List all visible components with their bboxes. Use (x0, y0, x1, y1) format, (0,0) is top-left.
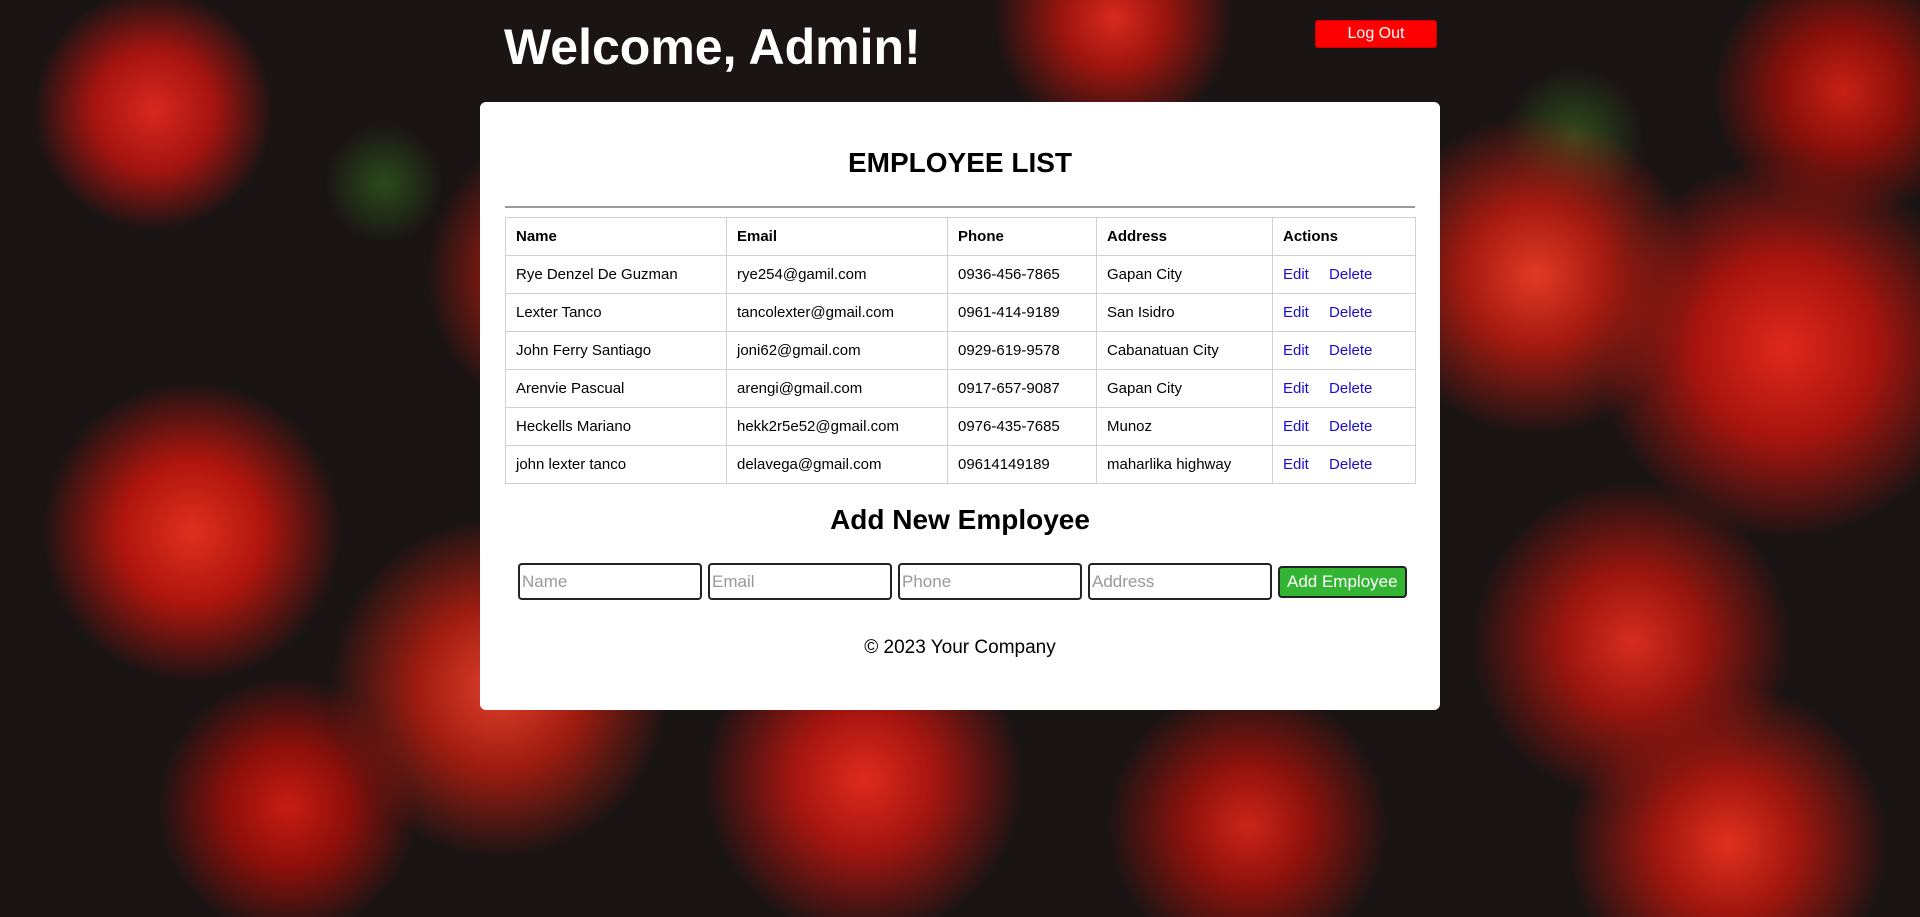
employee-phone: 0961-414-9189 (947, 293, 1097, 332)
employee-phone: 0917-657-9087 (947, 369, 1097, 408)
delete-link[interactable]: Delete (1329, 304, 1372, 321)
column-header-email: Email (726, 217, 948, 256)
table-header-row: Name Email Phone Address Actions (505, 217, 1416, 256)
edit-link[interactable]: Edit (1283, 418, 1309, 435)
add-employee-form: Add Employee (518, 563, 1407, 600)
edit-link[interactable]: Edit (1283, 456, 1309, 473)
employee-table: Name Email Phone Address Actions Rye Den… (505, 217, 1416, 484)
add-employee-button[interactable]: Add Employee (1278, 565, 1407, 598)
employee-address: San Isidro (1096, 293, 1273, 332)
employee-phone: 0936-456-7865 (947, 255, 1097, 294)
delete-link[interactable]: Delete (1329, 342, 1372, 359)
column-header-name: Name (505, 217, 727, 256)
employee-email: tancolexter@gmail.com (726, 293, 948, 332)
column-header-phone: Phone (947, 217, 1097, 256)
phone-input[interactable] (898, 563, 1082, 600)
delete-link[interactable]: Delete (1329, 456, 1372, 473)
employee-address: Gapan City (1096, 369, 1273, 408)
employee-address: Gapan City (1096, 255, 1273, 294)
employee-address: Munoz (1096, 407, 1273, 446)
welcome-heading: Welcome, Admin! (504, 19, 921, 75)
employee-name: Lexter Tanco (505, 293, 727, 332)
employee-email: joni62@gmail.com (726, 331, 948, 370)
employee-actions: Edit Delete (1272, 445, 1416, 484)
add-employee-title: Add New Employee (830, 504, 1090, 535)
page-background: { "header": { "title": "Welcome, Admin!"… (0, 0, 1920, 917)
table-row: Heckells Mariano hekk2r5e52@gmail.com 09… (505, 407, 1416, 446)
title-divider (505, 206, 1415, 208)
delete-link[interactable]: Delete (1329, 266, 1372, 283)
email-input[interactable] (708, 563, 892, 600)
employee-phone: 0976-435-7685 (947, 407, 1097, 446)
name-input[interactable] (518, 563, 702, 600)
employee-name: john lexter tanco (505, 445, 727, 484)
logout-button[interactable]: Log Out (1315, 20, 1437, 48)
edit-link[interactable]: Edit (1283, 380, 1309, 397)
employee-address: Cabanatuan City (1096, 331, 1273, 370)
employee-actions: Edit Delete (1272, 369, 1416, 408)
table-row: john lexter tanco delavega@gmail.com 096… (505, 445, 1416, 484)
employee-actions: Edit Delete (1272, 255, 1416, 294)
employee-name: Heckells Mariano (505, 407, 727, 446)
employee-list-title: EMPLOYEE LIST (847, 147, 1073, 178)
table-row: Lexter Tanco tancolexter@gmail.com 0961-… (505, 293, 1416, 332)
employee-email: delavega@gmail.com (726, 445, 948, 484)
column-header-address: Address (1096, 217, 1273, 256)
delete-link[interactable]: Delete (1329, 418, 1372, 435)
footer-copyright: © 2023 Your Company (864, 637, 1056, 658)
employee-name: Rye Denzel De Guzman (505, 255, 727, 294)
edit-link[interactable]: Edit (1283, 304, 1309, 321)
employee-phone: 09614149189 (947, 445, 1097, 484)
delete-link[interactable]: Delete (1329, 380, 1372, 397)
employee-address: maharlika highway (1096, 445, 1273, 484)
employee-email: rye254@gamil.com (726, 255, 948, 294)
employee-actions: Edit Delete (1272, 407, 1416, 446)
table-row: Rye Denzel De Guzman rye254@gamil.com 09… (505, 255, 1416, 294)
employee-actions: Edit Delete (1272, 331, 1416, 370)
employee-name: John Ferry Santiago (505, 331, 727, 370)
employee-email: arengi@gmail.com (726, 369, 948, 408)
address-input[interactable] (1088, 563, 1272, 600)
edit-link[interactable]: Edit (1283, 342, 1309, 359)
edit-link[interactable]: Edit (1283, 266, 1309, 283)
employee-phone: 0929-619-9578 (947, 331, 1097, 370)
employee-name: Arenvie Pascual (505, 369, 727, 408)
employee-card: EMPLOYEE LIST Name Email Phone Address A… (480, 102, 1440, 710)
table-row: Arenvie Pascual arengi@gmail.com 0917-65… (505, 369, 1416, 408)
table-row: John Ferry Santiago joni62@gmail.com 092… (505, 331, 1416, 370)
column-header-actions: Actions (1272, 217, 1416, 256)
employee-actions: Edit Delete (1272, 293, 1416, 332)
employee-email: hekk2r5e52@gmail.com (726, 407, 948, 446)
